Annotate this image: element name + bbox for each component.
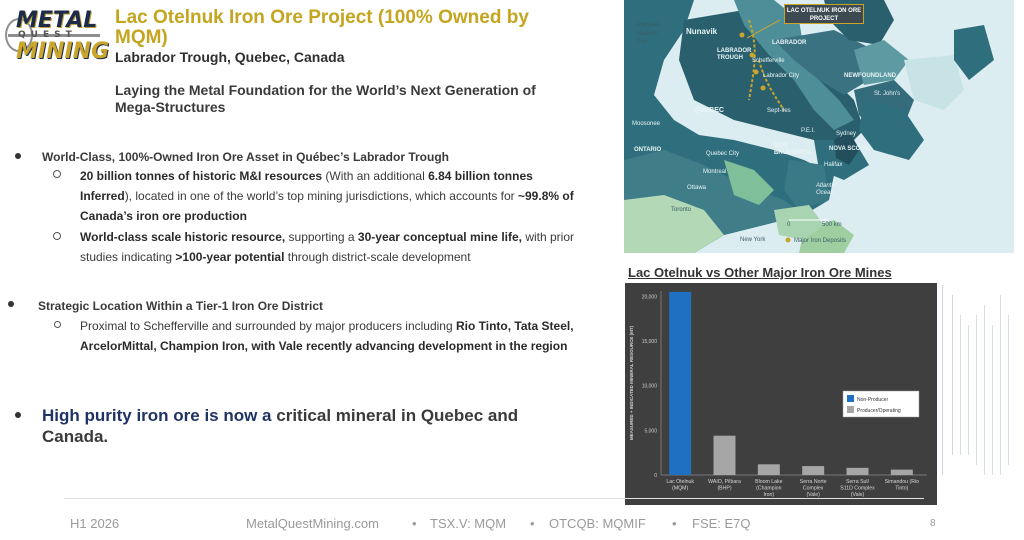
reference-line	[952, 295, 953, 455]
footer-separator: •	[530, 516, 535, 531]
reference-line	[960, 315, 961, 455]
map-label: P.E.I.	[801, 128, 815, 134]
x-tick-label: WAIO, Pilbara	[708, 479, 741, 485]
logo-mining: MINING	[16, 39, 110, 64]
map-label: LABRADOR	[772, 40, 807, 46]
x-tick-label: S11D Complex	[840, 486, 875, 492]
sub-bullet-ring	[53, 170, 61, 178]
map-label: NEW BRUNSWICK	[774, 143, 812, 156]
map-label: Montreal	[703, 169, 727, 175]
legend-swatch	[847, 406, 854, 413]
map-label: QUEBEC	[694, 107, 724, 114]
x-tick-label: (BHP)	[717, 486, 731, 492]
references-column	[940, 285, 1020, 480]
x-tick-label: Simandou (Rio	[885, 479, 919, 485]
bullet-world-class: World-Class, 100%-Owned Iron Ore Asset i…	[42, 150, 449, 164]
map-label: Labrador City	[763, 73, 800, 79]
y-tick-label: 15,000	[642, 339, 658, 345]
map-label: Nunavik	[686, 27, 718, 36]
slide-title: Lac Otelnuk Iron Ore Project (100% Owned…	[115, 7, 529, 48]
bar-2	[757, 464, 780, 475]
footer-otcqb: OTCQB: MQMIF	[549, 516, 646, 531]
x-tick-label: Complex	[803, 486, 824, 492]
project-callout: LAC OTELNUK IRON ORE PROJECT	[784, 4, 864, 24]
reference-line	[992, 325, 993, 475]
y-tick-label: 10,000	[642, 384, 658, 390]
bullet-dot	[15, 412, 21, 418]
map-label: Toronto	[671, 207, 692, 213]
map-legend: Major Iron Deposits	[794, 238, 847, 244]
footer-tsxv: TSX.V: MQM	[430, 516, 507, 531]
footer-fse: FSE: E7Q	[692, 516, 751, 531]
canada-map: LAC OTELNUK IRON ORE PROJECT Inukjuak Hu…	[624, 0, 1014, 253]
y-tick-label: 20,000	[642, 294, 658, 300]
map-graphic	[624, 0, 1014, 253]
map-label: LABRADOR TROUGH	[717, 48, 752, 61]
bullet-critical-mineral: High purity iron ore is now a critical m…	[42, 406, 519, 446]
footer-separator: •	[672, 516, 677, 531]
footer-divider	[64, 498, 924, 499]
x-tick-label: Lac Otelnuk	[666, 479, 694, 485]
map-label: New York	[740, 237, 766, 243]
map-label: Inukjuak	[637, 22, 660, 28]
sub-bullet-ring	[54, 321, 61, 328]
x-tick-label: Tinto)	[895, 486, 908, 492]
map-label: Moosonee	[632, 121, 661, 127]
sub-bullet-scale: World-class scale historic resource, sup…	[80, 230, 574, 264]
bar-0	[669, 291, 692, 475]
bar-chart: 0 5,000 10,000 15,000 20,000 MEASURED + INDIC…	[625, 283, 937, 505]
y-tick-label: 0	[654, 473, 657, 479]
sub-bullet-resources: 20 billion tonnes of historic M&I resour…	[80, 169, 574, 223]
map-label: Ottawa	[687, 185, 707, 191]
reference-line	[976, 315, 977, 465]
map-label: NEWFOUNDLAND	[844, 73, 896, 79]
y-axis-label: MEASURED + INDICATED MINERAL RESOURCE (M…	[629, 325, 634, 440]
footer-website[interactable]: MetalQuestMining.com	[246, 516, 379, 531]
logo-metal: METAL	[16, 8, 98, 33]
bar-4	[846, 467, 869, 475]
x-tick-label: Bloom Lake	[755, 479, 783, 485]
map-label: Sept-Iles	[767, 108, 791, 114]
company-logo: METAL QUEST MINING	[4, 6, 109, 64]
slide-subtitle: Labrador Trough, Quebec, Canada	[115, 49, 345, 65]
reference-line	[1000, 295, 1001, 475]
map-label: Atlantic Ocean	[816, 183, 836, 196]
legend-label: Producer/Operating	[857, 408, 901, 414]
bar-3	[802, 466, 825, 475]
map-label: Quebec City	[706, 151, 740, 157]
bar-1	[713, 435, 736, 475]
legend-label: Non-Producer	[857, 397, 888, 403]
reference-line	[1008, 315, 1009, 465]
footer-period: H1 2026	[70, 516, 120, 531]
y-tick-label: 5,000	[644, 428, 657, 434]
map-scale-zero: 0	[787, 222, 791, 228]
x-tick-label: Serra Norte	[800, 479, 827, 485]
map-scale-500: 500 km	[822, 222, 842, 228]
slide-tagline: Laying the Metal Foundation for the Worl…	[115, 82, 536, 115]
bar-5	[890, 469, 913, 475]
chart-title: Lac Otelnuk vs Other Major Iron Ore Mine…	[628, 265, 892, 280]
reference-line	[968, 325, 969, 455]
bullet-dot	[8, 301, 14, 307]
bullet-strategic-location: Strategic Location Within a Tier-1 Iron …	[38, 299, 324, 313]
sub-bullet-proximal: Proximal to Schefferville and surrounded…	[80, 319, 574, 353]
map-label: Schefferville	[752, 58, 785, 64]
x-tick-label: (Champion	[756, 486, 781, 492]
map-label: ONTARIO	[634, 147, 662, 153]
x-tick-label: (MQM)	[672, 486, 688, 492]
legend-swatch	[847, 395, 854, 402]
reference-line	[984, 305, 985, 475]
map-label: Sydney	[836, 131, 857, 137]
x-tick-label: Serra Sul/	[846, 479, 870, 485]
map-label: Halifax	[824, 162, 843, 168]
bar-chart-svg: 0 5,000 10,000 15,000 20,000 MEASURED + INDIC…	[629, 291, 927, 498]
map-label: St. John's	[874, 91, 901, 97]
reference-line	[942, 285, 943, 475]
bullet-dot	[15, 153, 21, 159]
map-label: Hudson Bay	[637, 31, 658, 44]
map-label: NOVA SCOTIA	[829, 146, 871, 152]
footer-separator: •	[412, 516, 417, 531]
sub-bullet-ring	[53, 232, 61, 240]
page-number: 8	[930, 518, 936, 529]
